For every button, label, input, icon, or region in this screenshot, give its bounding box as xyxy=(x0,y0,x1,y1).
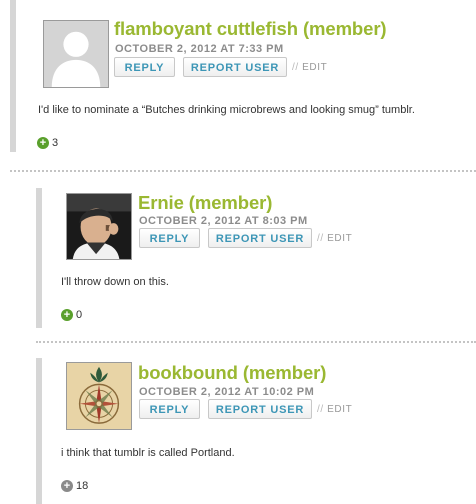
vote-count: 3 xyxy=(52,137,59,149)
vote-count: 18 xyxy=(76,480,89,492)
comment-text: i think that tumblr is called Portland. xyxy=(61,447,235,459)
vote-widget: + 18 xyxy=(61,480,88,492)
edit-link[interactable]: EDIT xyxy=(327,404,352,415)
edit-link-group: // EDIT xyxy=(292,62,327,73)
reply-button[interactable]: REPLY xyxy=(139,399,200,419)
plus-vote-icon[interactable]: + xyxy=(37,137,49,149)
comment: flamboyant cuttlefish (member) OCTOBER 2… xyxy=(0,0,476,152)
edit-separator: // xyxy=(317,404,324,415)
avatar xyxy=(66,193,132,260)
vote-count: 0 xyxy=(76,309,83,321)
comment-author[interactable]: Ernie (member) xyxy=(138,192,272,214)
avatar xyxy=(66,362,132,430)
reply-button[interactable]: REPLY xyxy=(139,228,200,248)
user-photo-icon xyxy=(67,194,131,259)
edit-link[interactable]: EDIT xyxy=(327,233,352,244)
edit-separator: // xyxy=(292,62,299,73)
edit-link-group: // EDIT xyxy=(317,404,352,415)
comment-text: I'll throw down on this. xyxy=(61,276,169,288)
report-user-button[interactable]: REPORT USER xyxy=(183,57,287,77)
comment: bookbound (member) OCTOBER 2, 2012 AT 10… xyxy=(0,358,476,504)
comment-divider xyxy=(10,170,476,172)
report-user-button[interactable]: REPORT USER xyxy=(208,228,312,248)
thread-indent-bar xyxy=(36,358,42,504)
thread-indent-bar xyxy=(10,0,16,152)
report-user-button[interactable]: REPORT USER xyxy=(208,399,312,419)
edit-separator: // xyxy=(317,233,324,244)
default-avatar-icon xyxy=(44,21,108,87)
comment-date[interactable]: OCTOBER 2, 2012 AT 7:33 PM xyxy=(115,43,284,55)
edit-link[interactable]: EDIT xyxy=(302,62,327,73)
comment-divider xyxy=(36,341,476,343)
vote-widget: + 3 xyxy=(37,137,58,149)
plus-vote-icon[interactable]: + xyxy=(61,309,73,321)
comment-text: I'd like to nominate a “Butches drinking… xyxy=(38,104,415,116)
vote-widget: + 0 xyxy=(61,309,82,321)
reply-button[interactable]: REPLY xyxy=(114,57,175,77)
compass-rose-icon xyxy=(67,363,131,429)
thread-indent-bar xyxy=(36,188,42,328)
comment-author[interactable]: flamboyant cuttlefish (member) xyxy=(114,18,387,40)
comment-author[interactable]: bookbound (member) xyxy=(138,362,326,384)
plus-vote-icon[interactable]: + xyxy=(61,480,73,492)
comment: Ernie (member) OCTOBER 2, 2012 AT 8:03 P… xyxy=(0,188,476,328)
edit-link-group: // EDIT xyxy=(317,233,352,244)
comment-date[interactable]: OCTOBER 2, 2012 AT 10:02 PM xyxy=(139,386,314,398)
avatar xyxy=(43,20,109,88)
comment-date[interactable]: OCTOBER 2, 2012 AT 8:03 PM xyxy=(139,215,308,227)
